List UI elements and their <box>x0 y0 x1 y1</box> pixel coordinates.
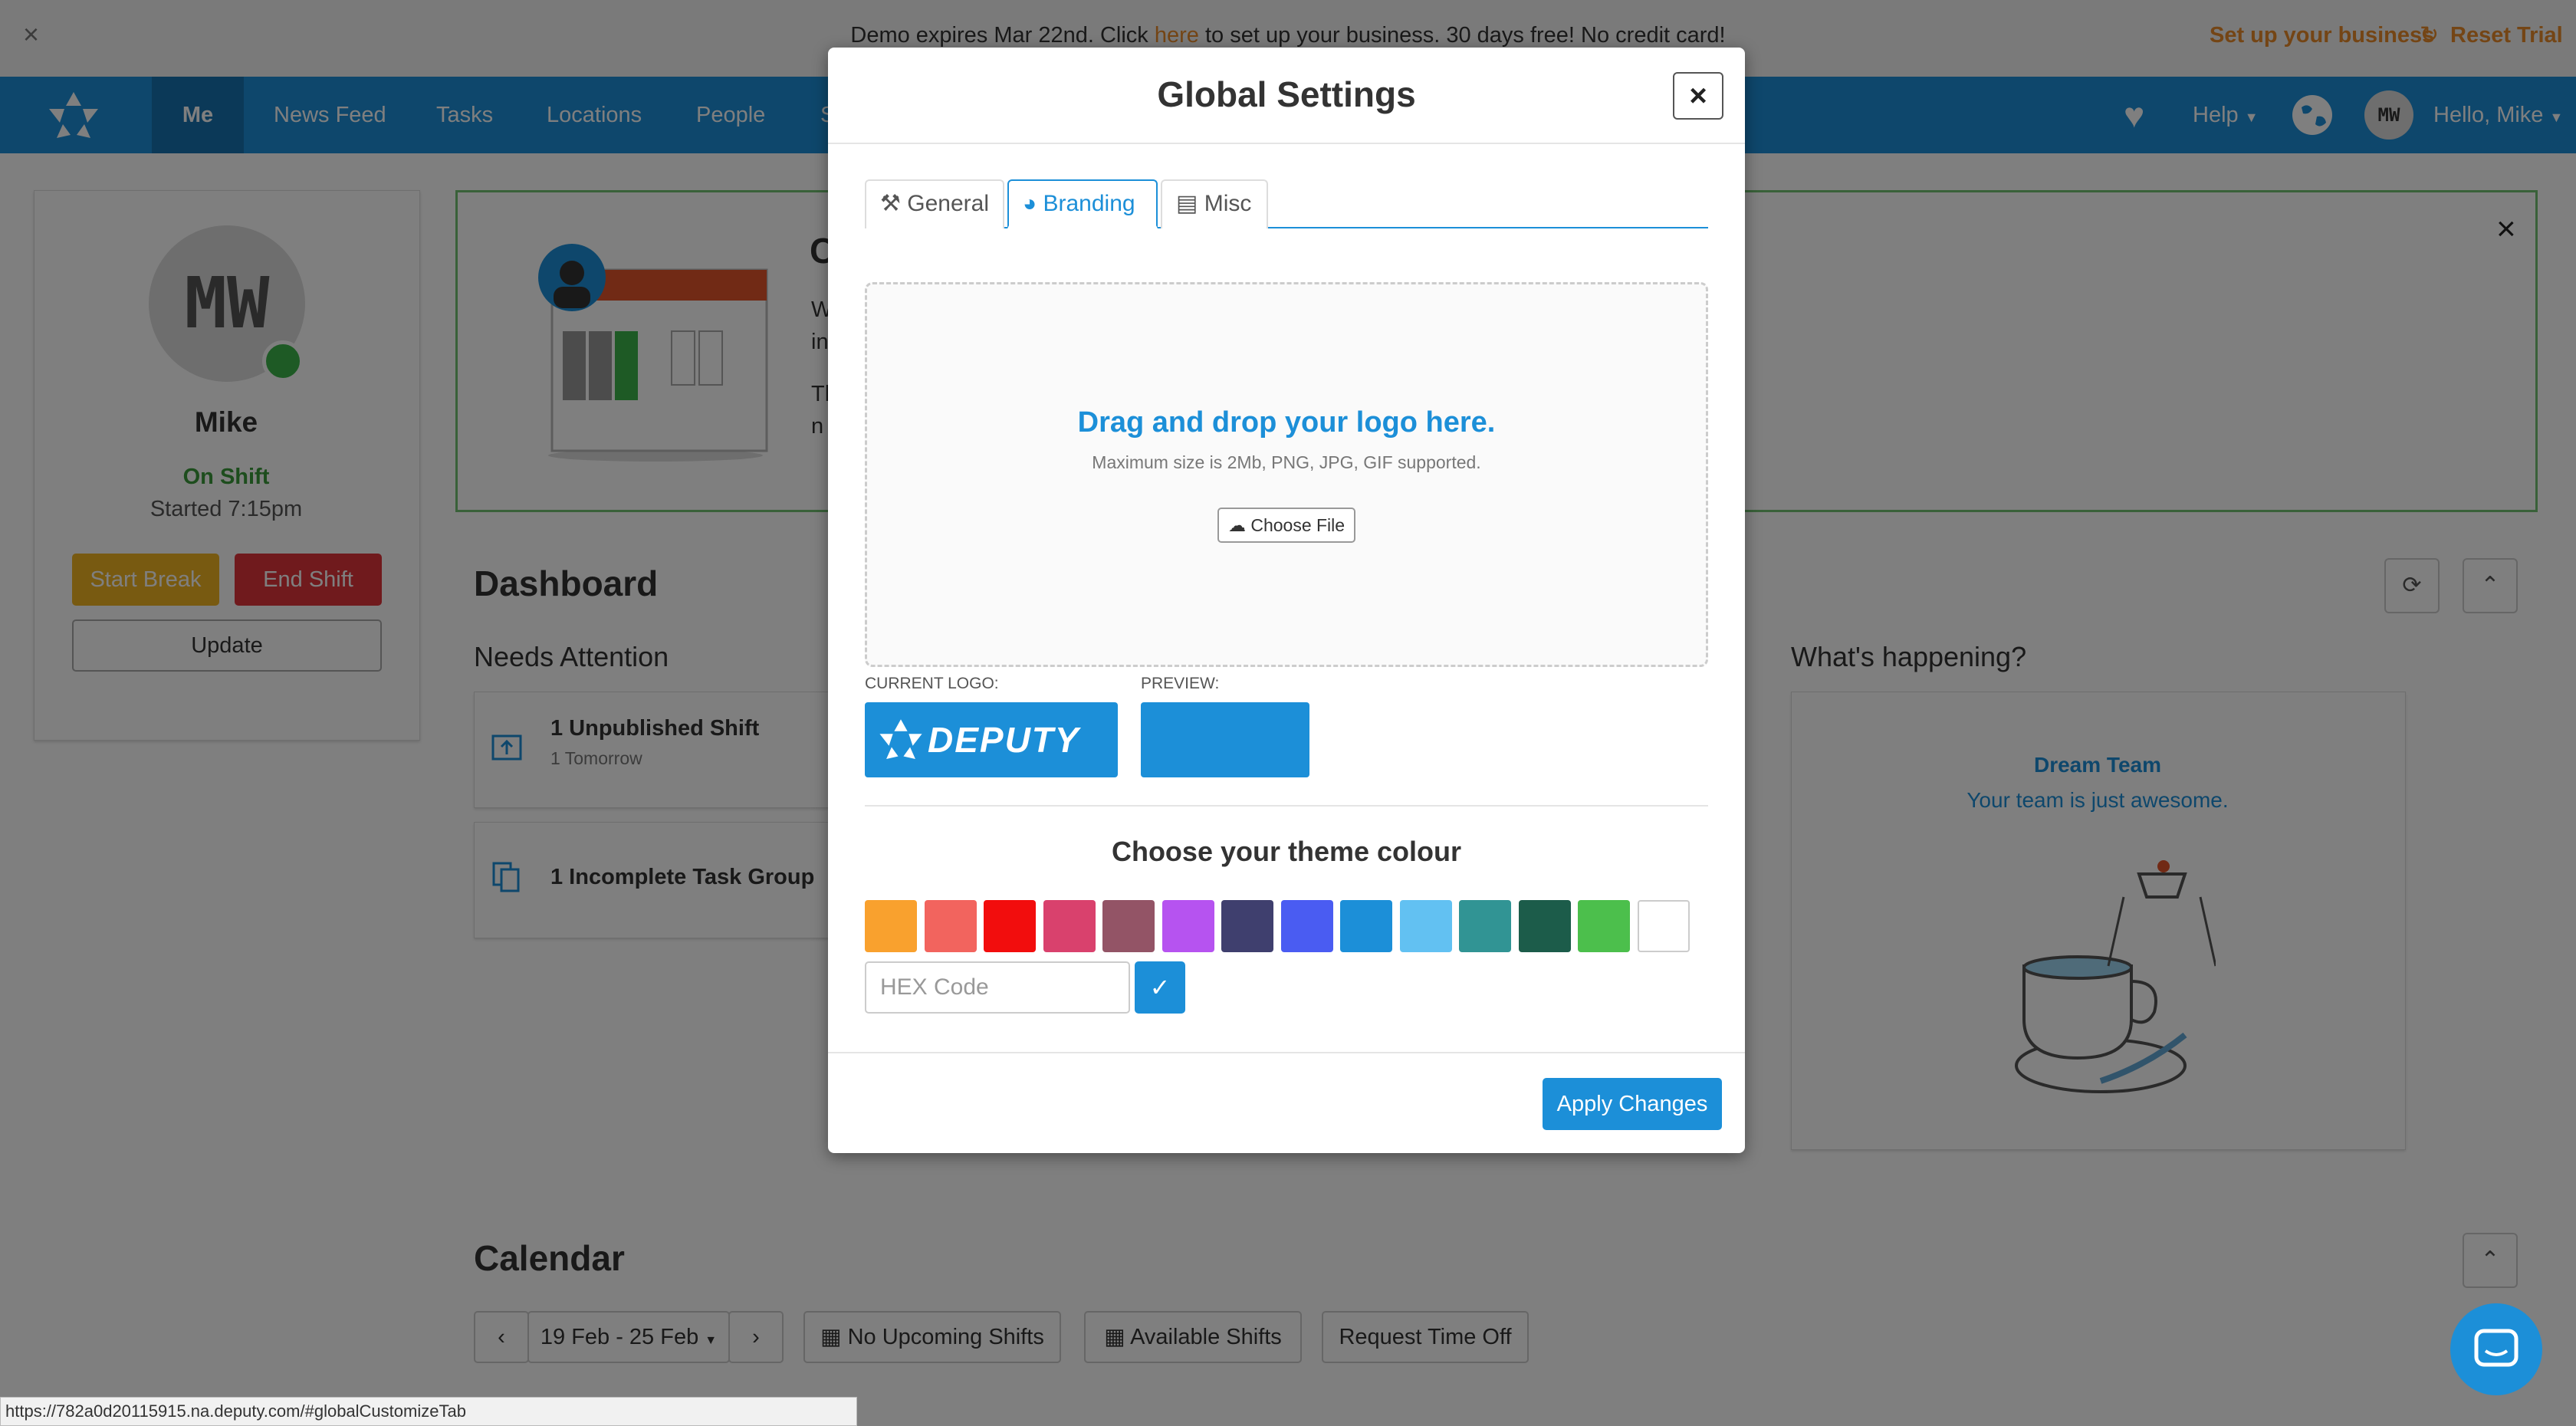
current-logo-label: CURRENT LOGO: <box>865 675 999 692</box>
tools-icon: ⚒ <box>880 191 901 216</box>
tab-general-label: General <box>907 191 989 216</box>
cloud-upload-icon: ☁ <box>1227 515 1246 535</box>
logo-dropzone[interactable] <box>865 282 1708 667</box>
choose-file-label: Choose File <box>1250 515 1346 535</box>
hex-code-input[interactable] <box>865 961 1130 1014</box>
theme-swatch[interactable] <box>924 900 977 952</box>
theme-swatch[interactable] <box>1518 900 1571 952</box>
tab-misc[interactable]: ▤ Misc <box>1161 179 1268 228</box>
theme-swatch[interactable] <box>1459 900 1511 952</box>
theme-swatch[interactable] <box>984 900 1036 952</box>
theme-swatch[interactable] <box>1221 900 1273 952</box>
tab-branding[interactable]: ◕ Branding <box>1007 179 1158 228</box>
modal-footer-divider <box>828 1052 1745 1053</box>
theme-swatch[interactable] <box>1578 900 1630 952</box>
choose-file-button[interactable]: ☁ Choose File <box>1217 508 1355 543</box>
archive-icon: ▤ <box>1176 191 1198 216</box>
theme-swatch[interactable] <box>1280 900 1333 952</box>
modal-close-button[interactable]: × <box>1673 72 1723 120</box>
logo-wordmark: DEPUTY <box>928 720 1080 760</box>
theme-swatch[interactable] <box>1043 900 1096 952</box>
preview-label: PREVIEW: <box>1141 675 1220 692</box>
dropzone-subtitle: Maximum size is 2Mb, PNG, JPG, GIF suppo… <box>1092 452 1481 472</box>
theme-swatch[interactable] <box>1162 900 1214 952</box>
hex-confirm-button[interactable]: ✓ <box>1135 961 1185 1014</box>
modal-header-divider <box>828 143 1745 144</box>
logo-preview <box>1141 702 1309 777</box>
branding-divider <box>865 805 1708 807</box>
current-logo: DEPUTY <box>865 702 1118 777</box>
status-bar-url: https://782a0d20115915.na.deputy.com/#gl… <box>0 1397 857 1426</box>
apply-changes-button[interactable]: Apply Changes <box>1543 1078 1722 1130</box>
deputy-logo-icon <box>879 719 922 759</box>
tab-misc-label: Misc <box>1204 191 1252 216</box>
theme-swatch[interactable] <box>1102 900 1155 952</box>
theme-swatch[interactable] <box>1637 900 1690 952</box>
modal-title: Global Settings <box>1157 74 1416 114</box>
tab-general[interactable]: ⚒ General <box>865 179 1004 228</box>
dropzone-title: Drag and drop your logo here. <box>1077 406 1496 439</box>
palette-icon: ◕ <box>1023 191 1037 216</box>
theme-colour-title: Choose your theme colour <box>1111 836 1462 867</box>
theme-swatch[interactable] <box>1399 900 1452 952</box>
chat-launcher[interactable] <box>2450 1303 2542 1395</box>
chat-icon <box>2474 1329 2518 1367</box>
theme-swatch[interactable] <box>865 900 917 952</box>
theme-swatch[interactable] <box>1340 900 1392 952</box>
tab-branding-label: Branding <box>1043 191 1135 216</box>
